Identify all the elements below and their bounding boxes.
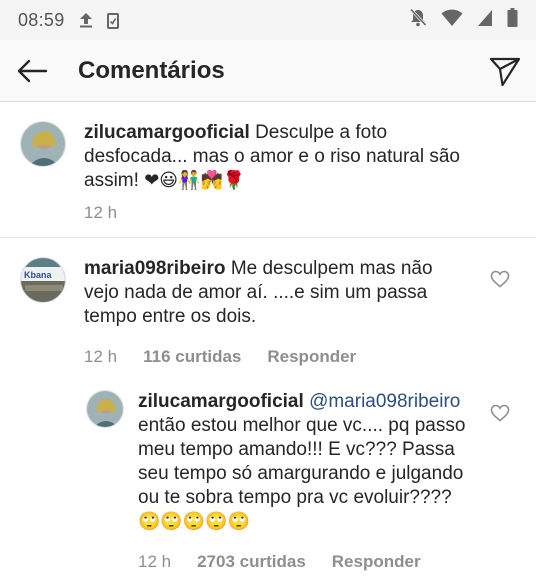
comment-text: maria098ribeiro Me desculpem mas não vej…	[84, 257, 464, 329]
mention-link[interactable]: @maria098ribeiro	[309, 391, 460, 412]
notifications-off-icon	[409, 8, 427, 32]
page-title: Comentários	[78, 56, 225, 84]
wifi-icon	[441, 9, 463, 32]
comment: Kbana maria098ribeiro Me desculpem mas n…	[20, 257, 490, 367]
comment-emojis: 🙄🙄🙄🙄🙄	[138, 511, 251, 532]
share-button[interactable]	[474, 40, 536, 102]
upload-icon	[79, 12, 93, 28]
likes-count[interactable]: 2703 curtidas	[197, 552, 306, 572]
battery-icon	[507, 8, 518, 32]
comment-meta: 12 h 2703 curtidas Responder	[138, 552, 478, 572]
reply-button[interactable]: Responder	[267, 347, 356, 367]
comment-time: 12 h	[84, 203, 118, 222]
comment-meta: 12 h 116 curtidas Responder	[84, 347, 464, 367]
arrow-back-icon	[17, 59, 48, 82]
caption-comment: zilucamargooficial Desculpe a foto desfo…	[20, 121, 520, 223]
like-button[interactable]	[490, 270, 510, 288]
status-time: 08:59	[18, 9, 65, 30]
avatar[interactable]	[20, 121, 66, 167]
send-icon	[489, 57, 521, 86]
comment-time: 12 h	[138, 552, 172, 571]
signal-icon	[477, 9, 493, 32]
reply-comment: zilucamargooficial @maria098ribeiro entã…	[86, 390, 496, 572]
clipboard-icon	[106, 12, 119, 29]
status-bar: 08:59	[0, 0, 536, 40]
comment-body: então estou melhor que vc.... pq passo m…	[138, 415, 466, 508]
comment-time: 12 h	[84, 347, 118, 366]
back-button[interactable]	[0, 40, 64, 102]
comment-emojis: ❤😃👫💏🌹	[144, 170, 246, 191]
divider	[0, 237, 536, 238]
app-bar: Comentários	[0, 40, 536, 102]
reply-button[interactable]: Responder	[332, 552, 421, 572]
comment-username[interactable]: maria098ribeiro	[84, 258, 226, 279]
likes-count[interactable]: 116 curtidas	[143, 347, 241, 367]
comment-text: zilucamargooficial @maria098ribeiro entã…	[138, 390, 478, 534]
heart-icon	[490, 270, 510, 288]
heart-icon	[490, 404, 510, 422]
comment-meta: 12 h	[84, 203, 484, 223]
svg-text:Kbana: Kbana	[24, 270, 53, 280]
comment-text: zilucamargooficial Desculpe a foto desfo…	[84, 121, 484, 193]
like-button[interactable]	[490, 404, 510, 422]
comment-username[interactable]: zilucamargooficial	[138, 391, 304, 412]
avatar[interactable]	[86, 390, 124, 428]
avatar[interactable]: Kbana	[20, 257, 66, 303]
comment-username[interactable]: zilucamargooficial	[84, 122, 250, 143]
